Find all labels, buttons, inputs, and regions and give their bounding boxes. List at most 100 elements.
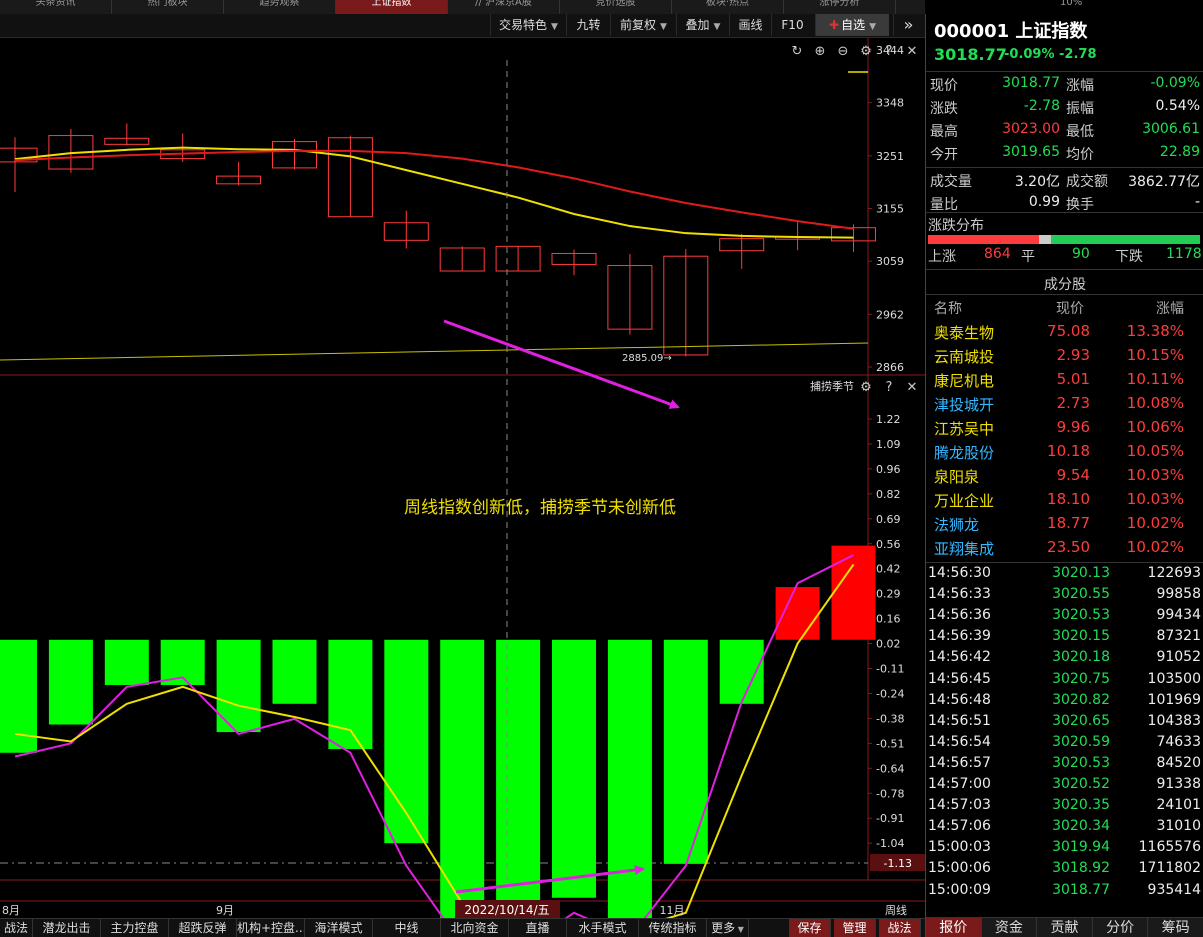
constituent-row[interactable]: 云南城投 2.93 10.15%	[926, 344, 1203, 368]
quote-value: 0.54%	[1155, 98, 1200, 114]
bottom-action-0[interactable]: 保存	[789, 919, 831, 937]
column-header[interactable]: 现价	[1056, 298, 1084, 318]
x-label-period: 周线	[885, 903, 907, 917]
quote-tab-3[interactable]: 分价	[1093, 918, 1149, 937]
constituent-name: 康尼机电	[934, 372, 995, 390]
top-tab-0[interactable]: 头条资讯	[0, 0, 112, 14]
price-axis-label: 3251	[876, 150, 904, 163]
strategy-button-1[interactable]: 潜龙出击	[33, 919, 101, 937]
quote-value: 3019.65	[1002, 144, 1060, 160]
chevron-down-icon: ▼	[551, 22, 558, 32]
tick-row: 14:57:00 3020.52 91338	[926, 775, 1203, 796]
strategy-button-4[interactable]: 机构+控盘...	[237, 919, 305, 937]
top-tab-7[interactable]: 涨停分析	[784, 0, 896, 14]
constituent-row[interactable]: 津投城开 2.73 10.08%	[926, 392, 1203, 416]
strategy-button-5[interactable]: 海洋模式	[305, 919, 373, 937]
close-icon[interactable]: ✕	[907, 380, 918, 395]
tick-time: 15:00:03	[928, 839, 991, 856]
divider	[926, 167, 1203, 168]
strategy-button-7[interactable]: 北向资金	[441, 919, 509, 937]
constituent-price: 23.50	[1047, 538, 1090, 556]
chevron-down-icon: ▼	[660, 22, 667, 32]
strategy-button-9[interactable]: 水手模式	[567, 919, 639, 937]
tick-price: 3020.13	[1052, 565, 1110, 581]
constituent-row[interactable]: 江苏吴中 9.96 10.06%	[926, 416, 1203, 440]
chart-toolbar: 交易特色 ▼ 九转 前复权 ▼ 叠加 ▼ 画线 F10 ✚ 自选 ▼ »	[0, 14, 925, 38]
constituent-price: 2.93	[1056, 346, 1090, 364]
tick-row: 14:56:48 3020.82 101969	[926, 691, 1203, 712]
top-tab-4[interactable]: // 沪深京A股	[448, 0, 560, 14]
quote-tab-1[interactable]: 资金	[982, 918, 1038, 937]
distribution-up-label: 上涨	[928, 249, 956, 265]
strategy-button-0[interactable]: 战法	[0, 919, 33, 937]
top-tab-2[interactable]: 趋势观察	[224, 0, 336, 14]
indicator-axis-label: 0.29	[876, 588, 901, 601]
top-tab-6[interactable]: 板块·热点	[672, 0, 784, 14]
constituent-row[interactable]: 亚翔集成 23.50 10.02%	[926, 536, 1203, 560]
indicator-axis-label: 0.02	[876, 638, 901, 651]
trade-feature-dropdown[interactable]: 交易特色 ▼	[490, 14, 566, 36]
tick-volume: 99858	[1156, 586, 1201, 603]
overlay-dropdown[interactable]: 叠加 ▼	[676, 14, 729, 36]
strategy-button-10[interactable]: 传统指标	[639, 919, 707, 937]
constituent-row[interactable]: 泉阳泉 9.54 10.03%	[926, 464, 1203, 488]
add-watchlist-button[interactable]: ✚ 自选 ▼	[815, 14, 889, 36]
bottom-action-1[interactable]: 管理	[834, 919, 876, 937]
bottom-action-2[interactable]: 战法	[879, 919, 921, 937]
f10-button[interactable]: F10	[771, 14, 813, 36]
strategy-button-2[interactable]: 主力控盘	[101, 919, 169, 937]
quote-label: 涨跌	[930, 101, 958, 117]
constituent-row[interactable]: 康尼机电 5.01 10.11%	[926, 368, 1203, 392]
strategy-button-6[interactable]: 中线	[373, 919, 441, 937]
column-header[interactable]: 涨幅	[1156, 298, 1184, 318]
ma-line-0	[14, 146, 854, 239]
adjust-dropdown[interactable]: 前复权 ▼	[610, 14, 676, 36]
constituent-row[interactable]: 万业企业 18.10 10.03%	[926, 488, 1203, 512]
strategy-button-8[interactable]: 直播	[509, 919, 567, 937]
strategy-button-3[interactable]: 超跌反弹	[169, 919, 237, 937]
indicator-axis-label: 0.42	[876, 563, 901, 576]
help-icon[interactable]: ?	[886, 44, 893, 59]
tick-row: 14:57:03 3020.35 24101	[926, 796, 1203, 817]
constituent-row[interactable]: 腾龙股份 10.18 10.05%	[926, 440, 1203, 464]
constituent-name: 江苏吴中	[934, 420, 995, 438]
more-chevron-button[interactable]: »	[893, 14, 923, 36]
quote-tab-0[interactable]: 报价	[926, 918, 982, 937]
constituent-pct: 10.15%	[1126, 346, 1184, 364]
constituent-name: 亚翔集成	[934, 540, 995, 558]
jiuzhuan-button[interactable]: 九转	[566, 14, 610, 36]
constituent-price: 2.73	[1056, 394, 1090, 412]
constituent-row[interactable]: 奥泰生物 75.08 13.38%	[926, 320, 1203, 344]
constituent-row[interactable]: 法狮龙 18.77 10.02%	[926, 512, 1203, 536]
help-icon[interactable]: ?	[886, 380, 893, 395]
column-header[interactable]: 名称	[934, 298, 962, 318]
zoom-in-icon[interactable]: ⊕	[815, 44, 826, 59]
top-tab-1[interactable]: 热门板块	[112, 0, 224, 14]
quote-tab-4[interactable]: 筹码	[1148, 918, 1203, 937]
indicator-axis-label: 0.96	[876, 463, 901, 476]
distribution-flat: 90	[1072, 246, 1090, 262]
settings-icon[interactable]: ⚙	[860, 44, 872, 59]
tick-volume: 74633	[1156, 733, 1201, 750]
top-tab-5[interactable]: 竞价选股	[560, 0, 672, 14]
tick-price: 3020.18	[1052, 649, 1110, 666]
tick-time: 15:00:06	[928, 860, 991, 877]
chart-annotation: 周线指数创新低，捕捞季节未创新低	[404, 498, 676, 518]
refresh-icon[interactable]: ↻	[792, 44, 803, 59]
quote-tab-2[interactable]: 贡献	[1037, 918, 1093, 937]
kline-chart[interactable]: 34443348325131553059296228661.221.090.96…	[0, 38, 925, 918]
price-axis-label: 3059	[876, 255, 904, 268]
indicator-axis-label: -0.38	[876, 712, 904, 725]
quote-value: 3006.61	[1142, 121, 1200, 137]
chevron-down-icon: ▼	[869, 22, 876, 32]
close-icon[interactable]: ✕	[907, 44, 918, 59]
x-label-sep: 9月	[216, 904, 234, 917]
draw-line-button[interactable]: 画线	[729, 14, 771, 36]
settings-icon[interactable]: ⚙	[860, 380, 872, 395]
top-tab-3[interactable]: 上证指数	[336, 0, 448, 14]
zoom-out-icon[interactable]: ⊖	[838, 44, 849, 59]
quote-label: 均价	[1066, 147, 1094, 163]
strategy-button-11[interactable]: 更多 ▼	[707, 919, 749, 937]
chevron-down-icon: ▼	[713, 22, 721, 32]
distribution-flat-bar	[1039, 235, 1051, 244]
